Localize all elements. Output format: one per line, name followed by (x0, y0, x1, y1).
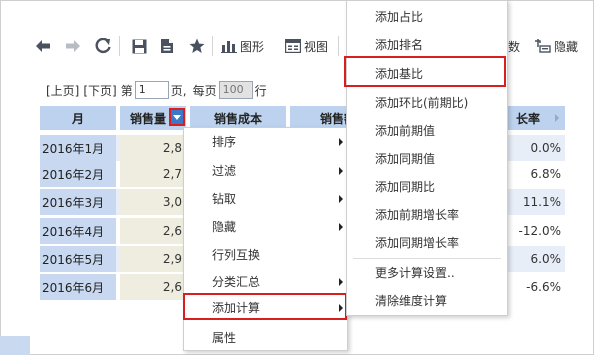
next-page-link[interactable]: [下页] (83, 82, 116, 99)
hide-icon[interactable] (534, 37, 552, 55)
submenu-item-add-yoy-growth[interactable]: 添加同期增长率 (347, 230, 507, 256)
menu-item-label: 过滤 (212, 164, 237, 178)
per-page-prefix: 每页 (192, 83, 217, 98)
cell-rate: 6.8% (530, 167, 562, 181)
cell-rate: 0.0% (530, 141, 562, 155)
menu-item-hide[interactable]: 隐藏 (184, 214, 347, 240)
hide-label[interactable]: 隐藏 (554, 38, 578, 55)
menu-item-label: 属性 (212, 331, 237, 345)
toolbar-separator (338, 36, 339, 56)
toolbar-separator (212, 36, 213, 56)
menu-item-filter[interactable]: 过滤 (184, 158, 347, 184)
per-page-input[interactable]: 100 (218, 81, 253, 99)
cell-sales: 3,0 (120, 189, 184, 215)
view-icon[interactable] (284, 37, 302, 55)
header-growth-label: 长率 (516, 111, 541, 126)
page-suffix: 页, (170, 83, 187, 98)
submenu-item-more-settings[interactable]: 更多计算设置.. (347, 260, 507, 286)
menu-item-label: 隐藏 (212, 220, 237, 234)
triangle-down-icon (173, 114, 181, 120)
cell-rate: -6.6% (526, 280, 561, 294)
toolbar-separator (119, 36, 120, 56)
refresh-icon[interactable] (94, 37, 112, 55)
menu-item-drill[interactable]: 钻取 (184, 186, 347, 212)
save-icon[interactable] (130, 37, 148, 55)
submenu-item-add-prev-growth[interactable]: 添加前期增长率 (347, 202, 507, 228)
cell-sales: 2,7 (120, 161, 184, 187)
forward-arrow-icon[interactable] (64, 37, 82, 55)
highlight-box (344, 56, 506, 87)
submenu-item-clear-calc[interactable]: 清除维度计算 (347, 288, 507, 314)
chevron-right-icon (339, 138, 343, 146)
toolbar: 图形 视图 数 隐藏 (34, 34, 594, 58)
submenu-item-add-ratio[interactable]: 添加占比 (347, 4, 507, 30)
chevron-right-icon (339, 278, 343, 286)
prev-page-link[interactable]: [上页] (46, 82, 79, 99)
menu-item-label: 钻取 (212, 192, 237, 206)
bar-chart-icon[interactable] (220, 37, 238, 55)
cell-sales: 2,8 (120, 135, 184, 161)
menu-item-subtotal[interactable]: 分类汇总 (184, 269, 347, 295)
cell-rate: 11.1% (522, 195, 561, 209)
submenu-item-add-prev-value[interactable]: 添加前期值 (347, 118, 507, 144)
menu-item-label: 行列互换 (212, 248, 261, 262)
chevron-right-icon[interactable] (555, 114, 559, 122)
menu-item-label: 排序 (212, 135, 237, 149)
row-month: 2016年6月 (40, 274, 116, 300)
partial-toolbar-label[interactable]: 数 (508, 38, 520, 55)
row-month: 2016年4月 (40, 218, 116, 244)
header-month[interactable]: 月 (40, 106, 116, 130)
row-month: 2016年2月 (40, 161, 116, 187)
row-month: 2016年1月 (40, 135, 116, 161)
submenu-item-add-same-period-value[interactable]: 添加同期值 (347, 146, 507, 172)
chevron-right-icon (339, 167, 343, 175)
chevron-right-icon (339, 195, 343, 203)
cell-sales: 2,9 (120, 246, 184, 272)
row-month: 2016年5月 (40, 246, 116, 272)
menu-item-properties[interactable]: 属性 (184, 325, 347, 351)
export-icon[interactable] (158, 37, 176, 55)
back-arrow-icon[interactable] (34, 37, 52, 55)
calc-submenu: 添加占比 添加排名 添加基比 添加环比(前期比) 添加前期值 添加同期值 添加同… (346, 0, 508, 316)
column-dropdown-button[interactable] (169, 108, 185, 126)
row-month: 2016年3月 (40, 189, 116, 215)
page-number-input[interactable]: 1 (134, 81, 169, 99)
submenu-item-add-yoy[interactable]: 添加同期比 (347, 174, 507, 200)
submenu-item-add-rank[interactable]: 添加排名 (347, 32, 507, 58)
chart-label[interactable]: 图形 (240, 38, 264, 55)
menu-divider (353, 258, 501, 259)
cell-rate: 6.0% (530, 252, 562, 266)
page-prefix: 第 (120, 83, 133, 98)
cell-sales: 2,6 (120, 274, 184, 300)
bottom-strip (0, 336, 30, 355)
view-label[interactable]: 视图 (304, 38, 328, 55)
menu-item-label: 分类汇总 (212, 275, 261, 289)
pager: [上页] [下页] 第 1 页, 每页 100 行 (46, 80, 267, 100)
menu-item-sort[interactable]: 排序 (184, 129, 347, 155)
submenu-item-add-mom[interactable]: 添加环比(前期比) (347, 90, 507, 116)
cell-sales: 2,6 (120, 218, 184, 244)
highlight-box (183, 293, 347, 320)
per-page-suffix: 行 (254, 83, 267, 98)
menu-item-transpose[interactable]: 行列互换 (184, 242, 347, 268)
cell-rate: -12.0% (518, 224, 561, 238)
star-icon[interactable] (188, 37, 206, 55)
chevron-right-icon (339, 223, 343, 231)
